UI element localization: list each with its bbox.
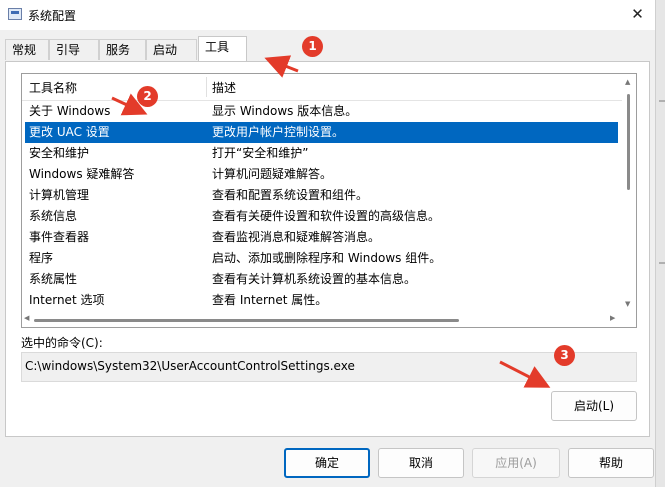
tool-row-programs[interactable]: 程序 启动、添加或删除程序和 Windows 组件。 — [25, 248, 618, 269]
annotation-badge-2: 2 — [137, 86, 158, 107]
launch-button[interactable]: 启动(L) — [551, 391, 637, 421]
tool-row-system-information[interactable]: 系统信息 查看有关硬件设置和软件设置的高级信息。 — [25, 206, 618, 227]
tool-row-computer-management[interactable]: 计算机管理 查看和配置系统设置和组件。 — [25, 185, 618, 206]
tab-tools[interactable]: 工具 — [198, 36, 247, 61]
cancel-button[interactable]: 取消 — [378, 448, 464, 478]
tool-row-change-uac-selected[interactable]: 更改 UAC 设置 更改用户帐户控制设置。 — [25, 122, 618, 143]
scroll-up-icon[interactable]: ▲ — [625, 78, 630, 86]
help-button[interactable]: 帮助 — [568, 448, 654, 478]
tool-name: 程序 — [29, 251, 54, 265]
tool-name: 更改 UAC 设置 — [29, 125, 110, 139]
list-header: 工具名称 描述 — [22, 74, 622, 101]
scroll-down-icon[interactable]: ▼ — [625, 300, 630, 308]
system-config-window: 系统配置 ✕ 常规 引导 服务 启动 工具 工具名称 描述 关于 Windows… — [0, 0, 655, 487]
selected-command-label: 选中的命令(C): — [21, 336, 103, 350]
tool-name: Internet 选项 — [29, 293, 105, 307]
tool-row-system-properties[interactable]: 系统属性 查看有关计算机系统设置的基本信息。 — [25, 269, 618, 290]
ok-button[interactable]: 确定 — [284, 448, 370, 478]
tool-description: 查看有关硬件设置和软件设置的高级信息。 — [212, 209, 441, 223]
tool-description: 显示 Windows 版本信息。 — [212, 104, 358, 118]
tab-boot[interactable]: 引导 — [49, 39, 99, 60]
tool-row-event-viewer[interactable]: 事件查看器 查看监视消息和疑难解答消息。 — [25, 227, 618, 248]
tool-description: 查看有关计算机系统设置的基本信息。 — [212, 272, 417, 286]
tool-description: 查看和配置系统设置和组件。 — [212, 188, 369, 202]
background-mark — [659, 262, 665, 264]
selected-command-field[interactable]: C:\windows\System32\UserAccountControlSe… — [21, 352, 637, 382]
tab-startup[interactable]: 启动 — [146, 39, 197, 60]
system-config-app-icon — [8, 8, 22, 20]
vertical-scroll-thumb[interactable] — [627, 94, 630, 190]
close-icon[interactable]: ✕ — [620, 0, 655, 30]
tool-name: 关于 Windows — [29, 104, 111, 118]
tool-description: 启动、添加或删除程序和 Windows 组件。 — [212, 251, 442, 265]
horizontal-scroll-thumb[interactable] — [34, 319, 459, 322]
column-header-tool-name[interactable]: 工具名称 — [29, 79, 77, 96]
apply-button: 应用(A) — [472, 448, 560, 478]
tool-description: 更改用户帐户控制设置。 — [212, 125, 345, 139]
tool-name: 系统属性 — [29, 272, 78, 286]
tool-description: 计算机问题疑难解答。 — [212, 167, 333, 181]
horizontal-scrollbar[interactable]: ◀ ▶ — [22, 312, 622, 327]
tool-name: 安全和维护 — [29, 146, 90, 160]
annotation-badge-1: 1 — [302, 36, 323, 57]
tool-name: Windows 疑难解答 — [29, 167, 135, 181]
background-window-edge — [655, 0, 665, 487]
tab-services[interactable]: 服务 — [99, 39, 146, 60]
scroll-right-icon[interactable]: ▶ — [610, 314, 615, 322]
window-title: 系统配置 — [28, 9, 77, 23]
scroll-left-icon[interactable]: ◀ — [24, 314, 29, 322]
tool-description: 打开“安全和维护” — [212, 146, 309, 160]
background-mark — [659, 100, 665, 102]
tool-name: 计算机管理 — [29, 188, 90, 202]
tools-list[interactable]: 工具名称 描述 关于 Windows 显示 Windows 版本信息。 更改 U… — [21, 73, 637, 328]
tool-row-troubleshooting[interactable]: Windows 疑难解答 计算机问题疑难解答。 — [25, 164, 618, 185]
title-bar[interactable]: 系统配置 ✕ — [0, 0, 655, 30]
tool-row-about-windows[interactable]: 关于 Windows 显示 Windows 版本信息。 — [25, 101, 618, 122]
tool-row-internet-options[interactable]: Internet 选项 查看 Internet 属性。 — [25, 290, 618, 311]
column-header-description[interactable]: 描述 — [212, 79, 236, 96]
tool-row-security-maintenance[interactable]: 安全和维护 打开“安全和维护” — [25, 143, 618, 164]
tab-general[interactable]: 常规 — [5, 39, 49, 60]
vertical-scrollbar[interactable]: ▲ ▼ — [622, 74, 636, 312]
column-separator[interactable] — [206, 77, 207, 97]
tool-description: 查看监视消息和疑难解答消息。 — [212, 230, 381, 244]
tool-name: 系统信息 — [29, 209, 78, 223]
tool-name: 事件查看器 — [29, 230, 90, 244]
tool-description: 查看 Internet 属性。 — [212, 293, 328, 307]
annotation-badge-3: 3 — [554, 345, 575, 366]
